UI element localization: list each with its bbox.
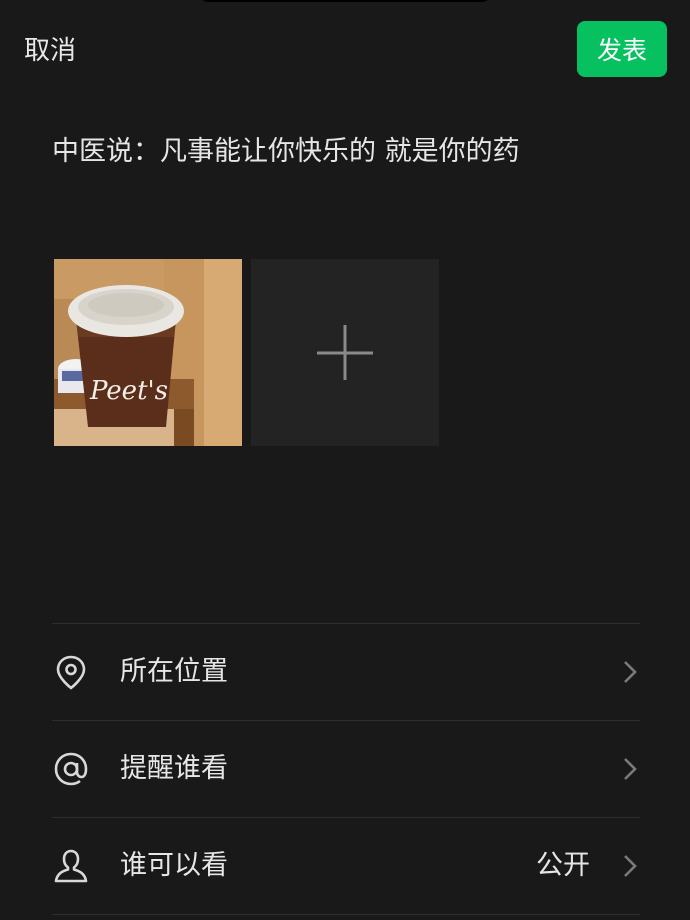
status-notch — [200, 0, 490, 2]
location-pin-icon — [56, 655, 86, 690]
option-value: 公开 — [536, 850, 590, 881]
post-text-input[interactable]: 中医说：凡事能让你快乐的 就是你的药 — [52, 134, 520, 170]
divider — [52, 914, 640, 915]
publish-button[interactable]: 发表 — [577, 21, 667, 77]
option-location[interactable]: 所在位置 — [52, 624, 640, 720]
plus-icon — [317, 325, 373, 380]
chevron-right-icon — [624, 855, 637, 877]
at-sign-icon — [54, 752, 88, 786]
add-photo-button[interactable] — [251, 259, 439, 446]
person-icon — [54, 849, 88, 883]
chevron-right-icon — [624, 758, 637, 780]
option-mention[interactable]: 提醒谁看 — [52, 721, 640, 817]
option-label: 所在位置 — [120, 656, 228, 687]
photo-thumbnail[interactable]: Peet's — [54, 259, 242, 446]
chevron-right-icon — [624, 661, 637, 683]
cup-brand-text: Peet's — [89, 376, 168, 406]
option-visibility[interactable]: 谁可以看 公开 — [52, 818, 640, 914]
option-label: 提醒谁看 — [120, 753, 228, 784]
coffee-cup-photo: Peet's — [54, 259, 242, 446]
cancel-button[interactable]: 取消 — [24, 34, 76, 68]
option-label: 谁可以看 — [120, 850, 228, 881]
